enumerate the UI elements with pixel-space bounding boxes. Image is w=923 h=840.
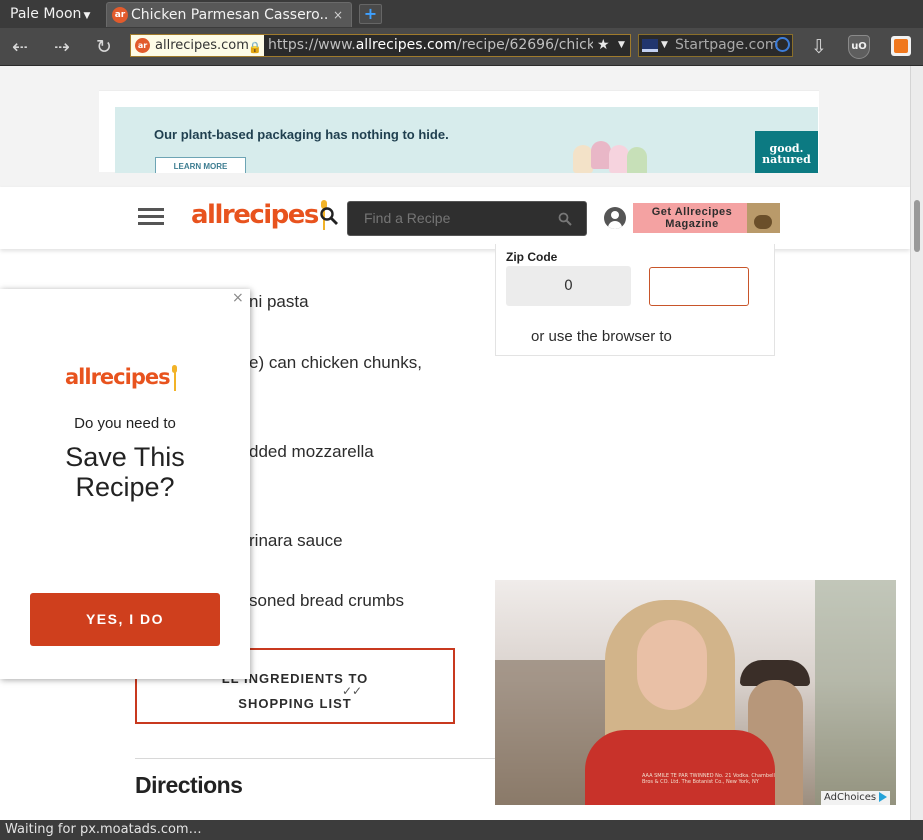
- ad-brand-line2: natured: [762, 153, 811, 166]
- popup-title: Save This Recipe?: [0, 442, 250, 502]
- zip-count-box: 0: [506, 266, 631, 306]
- browser-tab[interactable]: ar Chicken Parmesan Cassero... ×: [106, 2, 352, 27]
- recipe-search-input[interactable]: [364, 210, 544, 226]
- page-viewport: Our plant-based packaging has nothing to…: [0, 66, 910, 820]
- account-icon[interactable]: [604, 207, 626, 229]
- close-tab-icon[interactable]: ×: [333, 6, 343, 24]
- video-person-dress: [585, 730, 775, 805]
- chevron-down-icon: ▼: [83, 11, 91, 21]
- back-icon[interactable]: ⇠: [7, 35, 33, 59]
- ad-brand-logo: good. natured: [755, 131, 818, 173]
- spoon-icon: [171, 365, 177, 391]
- search-engine-icon[interactable]: [642, 39, 658, 52]
- url-prefix: https://www.: [268, 37, 356, 53]
- video-person-face: [637, 620, 707, 710]
- url-text[interactable]: https://www.allrecipes.com/recipe/62696/…: [268, 35, 593, 56]
- adchoices-badge[interactable]: AdChoices: [821, 791, 891, 805]
- shopping-label-line2: SHOPPING LIST: [238, 696, 352, 711]
- ad-headline: Our plant-based packaging has nothing to…: [154, 127, 449, 142]
- allrecipes-favicon-icon: ar: [112, 7, 128, 23]
- ingredient-item[interactable]: rinara sauce: [249, 531, 343, 551]
- top-ad-area: Our plant-based packaging has nothing to…: [0, 66, 910, 187]
- page-scrollbar[interactable]: [910, 66, 923, 820]
- magazine-cover-image: [747, 203, 780, 233]
- allrecipes-favicon-icon: ar: [135, 38, 150, 53]
- video-fine-print: AAA SMILE TE PAR TWINNED No. 21 Vodka. C…: [642, 773, 775, 785]
- magazine-label: Get Allrecipes Magazine: [639, 206, 745, 230]
- double-check-icon: ✓✓: [342, 684, 363, 698]
- scrollbar-thumb[interactable]: [914, 200, 920, 252]
- adchoices-label: AdChoices: [824, 792, 877, 803]
- bookmark-star-icon[interactable]: ★: [597, 36, 610, 55]
- popup-title-line1: Save This: [65, 442, 185, 472]
- magazine-label-line2: Magazine: [665, 218, 719, 230]
- zip-code-card: Zip Code 0 or use the browser to: [495, 244, 775, 356]
- zip-code-input[interactable]: [649, 267, 749, 306]
- site-identity[interactable]: ar allrecipes.com 🔒: [131, 35, 264, 56]
- logo-text: allrecipes: [191, 200, 319, 230]
- search-icon[interactable]: [775, 37, 790, 52]
- close-icon[interactable]: ×: [232, 290, 244, 306]
- popup-title-line2: Recipe?: [75, 472, 175, 502]
- cupcake-image: [591, 141, 611, 169]
- status-bar: Waiting for px.moatads.com…: [0, 820, 923, 840]
- ad-learn-more-button[interactable]: LEARN MORE: [155, 157, 246, 173]
- adchoices-icon: [879, 792, 888, 802]
- cupcake-image: [573, 145, 593, 173]
- browser-tab-bar: Pale Moon ▼ ar Chicken Parmesan Cassero..…: [0, 0, 923, 28]
- new-tab-button[interactable]: +: [359, 4, 382, 24]
- video-background: [815, 580, 896, 805]
- hamburger-menu-icon[interactable]: [138, 208, 164, 226]
- logo-text: allrecipes: [65, 365, 171, 389]
- browser-nav-bar: ⇠ ⇢ ↻ ar allrecipes.com 🔒 https://www.al…: [0, 28, 923, 66]
- ingredient-item[interactable]: e) can chicken chunks,: [249, 353, 422, 373]
- rss-icon[interactable]: [891, 36, 911, 56]
- site-identity-label: allrecipes.com: [155, 38, 249, 53]
- get-magazine-button[interactable]: Get Allrecipes Magazine: [633, 203, 780, 233]
- address-bar[interactable]: ar allrecipes.com 🔒 https://www.allrecip…: [130, 34, 631, 57]
- url-path: /recipe/62696/chicke: [456, 37, 593, 53]
- recipe-search-field[interactable]: [347, 201, 587, 236]
- ingredient-item[interactable]: ni pasta: [249, 292, 309, 312]
- tab-title: Chicken Parmesan Cassero...: [131, 7, 327, 23]
- browser-menu-button[interactable]: Pale Moon ▼: [4, 3, 96, 25]
- ingredient-item[interactable]: dded mozzarella: [249, 442, 374, 462]
- chevron-down-icon[interactable]: ▼: [661, 36, 668, 55]
- magazine-label-line1: Get Allrecipes: [651, 206, 733, 218]
- browser-menu-label: Pale Moon: [10, 6, 82, 22]
- url-domain: allrecipes.com: [355, 37, 457, 53]
- search-icon[interactable]: [558, 212, 572, 226]
- site-header: allrecipes Get Allrecipes Magazine: [0, 187, 910, 249]
- allrecipes-logo[interactable]: allrecipes: [191, 200, 327, 230]
- search-icon[interactable]: [319, 206, 339, 226]
- reload-icon[interactable]: ↻: [91, 35, 117, 59]
- directions-heading: Directions: [135, 772, 243, 798]
- ad-banner[interactable]: Our plant-based packaging has nothing to…: [99, 90, 819, 173]
- save-recipe-popup: × allrecipes Do you need to Save This Re…: [0, 289, 250, 679]
- forward-icon[interactable]: ⇢: [49, 35, 75, 59]
- search-engine-placeholder: Startpage.com: [675, 37, 779, 53]
- ublock-shield-icon[interactable]: uO: [848, 35, 870, 59]
- download-icon[interactable]: ⇩: [806, 35, 832, 59]
- cupcake-image: [627, 147, 647, 173]
- zip-code-label: Zip Code: [506, 250, 558, 264]
- browser-search-box[interactable]: ▼ Startpage.com: [638, 34, 793, 57]
- url-dropdown-icon[interactable]: ▼: [618, 36, 625, 55]
- video-ad[interactable]: AAA SMILE TE PAR TWINNED No. 21 Vodka. C…: [495, 580, 896, 805]
- use-browser-location-text: or use the browser to: [531, 328, 672, 345]
- ingredient-item[interactable]: soned bread crumbs: [249, 591, 404, 611]
- lock-icon: 🔒: [248, 41, 262, 54]
- ad-banner-image[interactable]: Our plant-based packaging has nothing to…: [115, 107, 818, 173]
- cupcake-image: [609, 145, 629, 173]
- yes-save-button[interactable]: YES, I DO: [30, 593, 220, 646]
- popup-question: Do you need to: [74, 415, 176, 432]
- allrecipes-logo: allrecipes: [65, 365, 177, 391]
- section-divider: [135, 758, 495, 759]
